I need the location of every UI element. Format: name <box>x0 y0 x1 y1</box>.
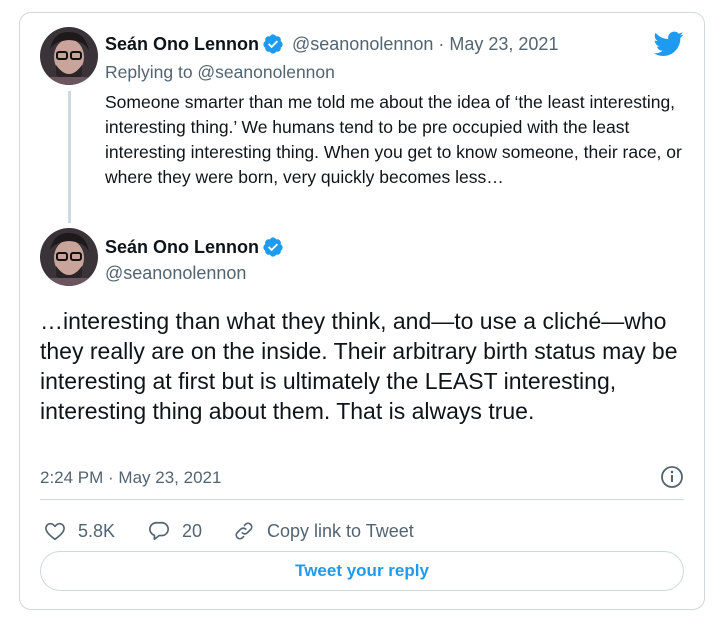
parent-tweet-text: Someone smarter than me told me about th… <box>105 92 682 187</box>
heart-icon <box>45 522 65 541</box>
parent-avatar[interactable] <box>40 27 98 85</box>
like-action[interactable]: 5.8K <box>44 518 115 544</box>
tweet-embed-card: Seán Ono Lennon @seanonolennon · May 23,… <box>19 12 705 610</box>
main-handle[interactable]: @seanonolennon <box>105 263 246 284</box>
avatar-image <box>40 228 98 286</box>
reply-count: 20 <box>182 520 203 541</box>
parent-handle-date[interactable]: @seanonolennon · May 23, 2021 <box>292 34 558 55</box>
tweet-your-reply-button[interactable]: Tweet your reply <box>40 551 684 591</box>
verified-badge-icon <box>263 34 283 54</box>
twitter-bird-icon[interactable] <box>654 31 684 57</box>
main-tweet-text: …interesting than what they think, and—t… <box>40 308 678 424</box>
tweet-timestamp[interactable]: 2:24 PM · May 23, 2021 <box>40 468 221 488</box>
avatar-image <box>40 27 98 85</box>
reply-bubble-icon <box>149 521 169 541</box>
copy-link-action[interactable]: Copy link to Tweet <box>233 518 414 544</box>
thread-connector-line <box>68 91 71 223</box>
reply-action[interactable]: 20 <box>148 518 202 544</box>
link-icon <box>235 522 253 540</box>
parent-author-name[interactable]: Seán Ono Lennon <box>105 34 259 55</box>
main-avatar[interactable] <box>40 228 98 286</box>
copy-link-label: Copy link to Tweet <box>267 520 414 541</box>
verified-badge-icon <box>263 237 283 257</box>
like-count: 5.8K <box>78 520 116 541</box>
stats-divider <box>40 499 684 500</box>
replying-to[interactable]: Replying to @seanonolennon <box>105 62 335 83</box>
main-author-name[interactable]: Seán Ono Lennon <box>105 237 259 258</box>
info-icon[interactable] <box>660 465 684 489</box>
